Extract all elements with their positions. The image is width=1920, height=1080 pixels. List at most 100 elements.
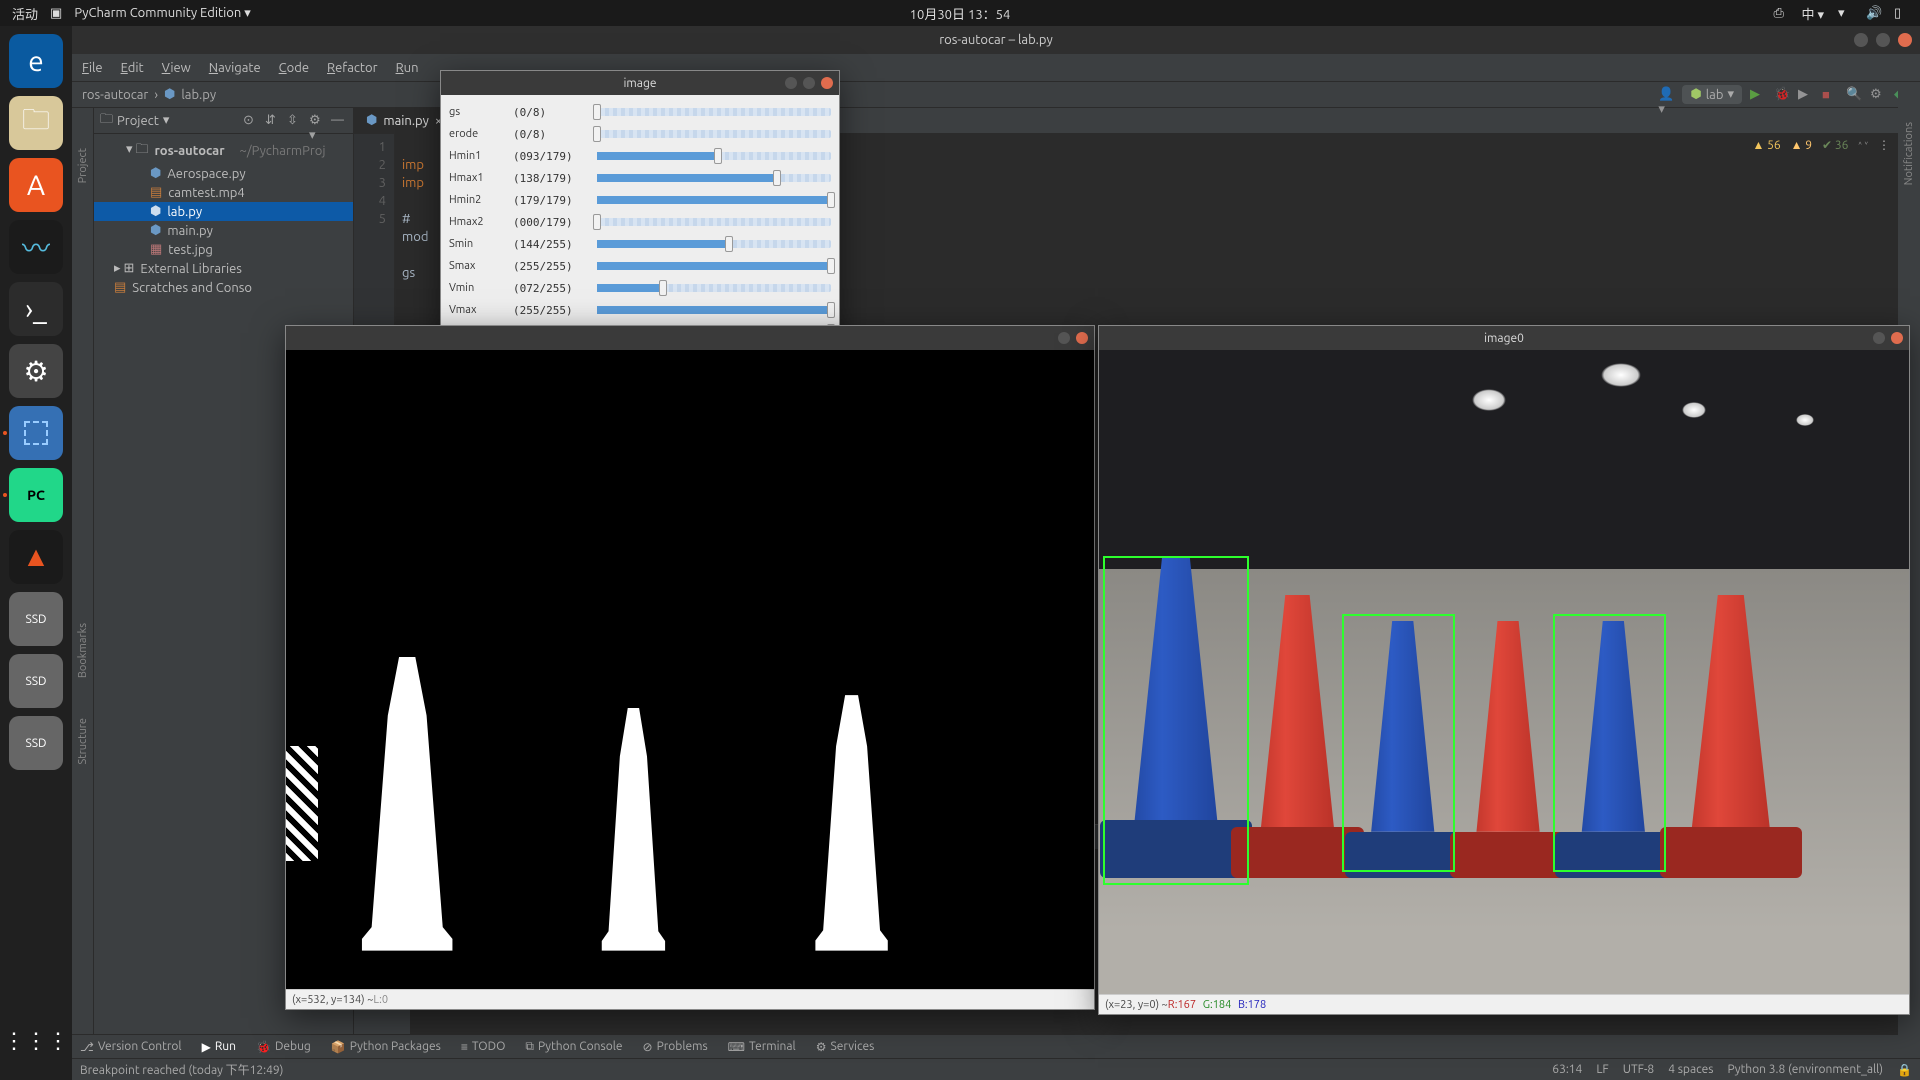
dock-settings[interactable]: ⚙ bbox=[9, 344, 63, 398]
trackbar-Vmax[interactable]: Vmax(255/255) bbox=[449, 299, 831, 321]
close-button[interactable] bbox=[1898, 33, 1912, 47]
clock[interactable]: 10月30日 13：54 bbox=[910, 4, 1011, 23]
pycharm-icon: PC bbox=[27, 487, 45, 503]
tab-run[interactable]: ▶ Run bbox=[202, 1040, 236, 1054]
stop-button[interactable]: ■ bbox=[1822, 87, 1838, 103]
cv-maximize-icon[interactable] bbox=[803, 77, 815, 89]
cv-trackbars-window[interactable]: image gs(0/8)erode(0/8)Hmin1(093/179)Hma… bbox=[440, 70, 840, 350]
breadcrumb-file[interactable]: lab.py bbox=[181, 88, 216, 102]
screen-recorder-icon[interactable]: ⎙ bbox=[1773, 6, 1787, 20]
menu-file[interactable]: File bbox=[82, 61, 103, 75]
tab-structure[interactable]: Structure bbox=[77, 718, 89, 765]
lock-icon[interactable]: 🔒 bbox=[1897, 1063, 1912, 1077]
minimize-button[interactable] bbox=[1854, 33, 1868, 47]
dock-screenshot[interactable] bbox=[9, 406, 63, 460]
run-button[interactable]: ▶ bbox=[1750, 87, 1766, 103]
dock-ssd2[interactable]: SSD bbox=[9, 654, 63, 708]
cv-mask-window[interactable]: (x=532, y=134) ~ L:0 bbox=[285, 325, 1095, 1010]
app-menu[interactable]: PyCharm Community Edition ▾ bbox=[74, 6, 251, 21]
cv-minimize-icon[interactable] bbox=[1058, 332, 1070, 344]
tab-bookmarks[interactable]: Bookmarks bbox=[77, 623, 89, 678]
collapse-all-icon[interactable]: ⇳ bbox=[287, 113, 303, 129]
cv-image-window[interactable]: image0 (x=23, y=0) ~ R:167 G:184 B:178 bbox=[1098, 325, 1910, 1015]
dock-vlc[interactable]: ▲ bbox=[9, 530, 63, 584]
indent[interactable]: 4 spaces bbox=[1668, 1063, 1713, 1077]
dock-software[interactable]: A bbox=[9, 158, 63, 212]
run-config-selector[interactable]: ⬢lab▾ bbox=[1682, 85, 1742, 104]
cv-status: (x=23, y=0) ~ R:167 G:184 B:178 bbox=[1099, 994, 1909, 1014]
project-title[interactable]: Project bbox=[117, 114, 159, 128]
tree-file[interactable]: ▤camtest.mp4 bbox=[94, 183, 353, 202]
search-everywhere-button[interactable]: 🔍 bbox=[1846, 87, 1862, 103]
panel-settings-icon[interactable]: ⚙ ▾ bbox=[309, 113, 325, 129]
tree-file[interactable]: ▦test.jpg bbox=[94, 240, 353, 259]
tree-file[interactable]: ⬢Aerospace.py bbox=[94, 164, 353, 183]
menu-refactor[interactable]: Refactor bbox=[327, 61, 378, 75]
select-opened-icon[interactable]: ⊙ bbox=[243, 113, 259, 129]
run-coverage-button[interactable]: ▶ bbox=[1798, 87, 1814, 103]
dock-show-apps[interactable]: ⋮⋮⋮ bbox=[9, 1014, 63, 1068]
dock-edge[interactable]: e bbox=[9, 34, 63, 88]
encoding[interactable]: UTF-8 bbox=[1623, 1063, 1654, 1077]
ime-indicator[interactable]: 中 ▾ bbox=[1801, 4, 1824, 23]
navigation-bar: ros-autocar › ⬢ lab.py 👤▾ ⬢lab▾ ▶ 🐞 ▶ ■ … bbox=[72, 82, 1920, 108]
trackbar-Vmin[interactable]: Vmin(072/255) bbox=[449, 277, 831, 299]
vlc-icon: ▲ bbox=[22, 541, 50, 573]
cv-minimize-icon[interactable] bbox=[1873, 332, 1885, 344]
tab-pyconsole[interactable]: ⧉ Python Console bbox=[525, 1040, 622, 1054]
dock-monitor[interactable]: 〰 bbox=[9, 220, 63, 274]
cv-close-icon[interactable] bbox=[1891, 332, 1903, 344]
dock-ssd3[interactable]: SSD bbox=[9, 716, 63, 770]
debug-button[interactable]: 🐞 bbox=[1774, 87, 1790, 103]
trackbar-Hmin1[interactable]: Hmin1(093/179) bbox=[449, 145, 831, 167]
tree-file-selected[interactable]: ⬢lab.py bbox=[94, 202, 353, 221]
trackbar-Hmax2[interactable]: Hmax2(000/179) bbox=[449, 211, 831, 233]
menu-edit[interactable]: Edit bbox=[121, 61, 144, 75]
hide-panel-icon[interactable]: — bbox=[331, 113, 347, 129]
menu-view[interactable]: View bbox=[162, 61, 191, 75]
dock-files[interactable]: 🗀 bbox=[9, 96, 63, 150]
tab-terminal[interactable]: ⌨ Terminal bbox=[728, 1040, 796, 1054]
trackbar-Smax[interactable]: Smax(255/255) bbox=[449, 255, 831, 277]
maximize-button[interactable] bbox=[1876, 33, 1890, 47]
trackbar-gs[interactable]: gs(0/8) bbox=[449, 101, 831, 123]
dock-ssd1[interactable]: SSD bbox=[9, 592, 63, 646]
trackbar-erode[interactable]: erode(0/8) bbox=[449, 123, 831, 145]
tab-project[interactable]: Project bbox=[77, 148, 89, 183]
tab-notifications[interactable]: Notifications bbox=[1903, 122, 1915, 185]
cv-close-icon[interactable] bbox=[821, 77, 833, 89]
menu-code[interactable]: Code bbox=[279, 61, 309, 75]
dock-terminal[interactable]: ›_ bbox=[9, 282, 63, 336]
menu-navigate[interactable]: Navigate bbox=[209, 61, 261, 75]
activities-hotspot[interactable]: 活动 bbox=[12, 4, 38, 23]
trackbar-Hmin2[interactable]: Hmin2(179/179) bbox=[449, 189, 831, 211]
user-icon[interactable]: 👤▾ bbox=[1658, 87, 1674, 103]
trackbars-body: gs(0/8)erode(0/8)Hmin1(093/179)Hmax1(138… bbox=[441, 95, 839, 349]
interpreter[interactable]: Python 3.8 (environment_all) bbox=[1728, 1063, 1884, 1077]
expand-all-icon[interactable]: ⇵ bbox=[265, 113, 281, 129]
tab-problems[interactable]: ⊘ Problems bbox=[643, 1040, 708, 1054]
tab-packages[interactable]: 📦 Python Packages bbox=[331, 1040, 441, 1054]
software-icon: A bbox=[27, 170, 45, 201]
line-sep[interactable]: LF bbox=[1596, 1063, 1608, 1077]
caret-position[interactable]: 63:14 bbox=[1552, 1063, 1582, 1077]
wifi-icon[interactable]: ▾ bbox=[1838, 6, 1852, 20]
breadcrumb-root[interactable]: ros-autocar bbox=[82, 88, 148, 102]
trackbar-Smin[interactable]: Smin(144/255) bbox=[449, 233, 831, 255]
ide-settings-button[interactable]: ⚙ bbox=[1870, 87, 1886, 103]
menu-run[interactable]: Run bbox=[396, 61, 419, 75]
tab-vcs[interactable]: ⎇ Version Control bbox=[80, 1040, 182, 1054]
tab-services[interactable]: ⚙ Services bbox=[816, 1040, 875, 1054]
battery-icon[interactable]: ▯ bbox=[1894, 6, 1908, 20]
tab-todo[interactable]: ≡ TODO bbox=[461, 1040, 506, 1054]
tab-debug[interactable]: 🐞 Debug bbox=[256, 1040, 311, 1054]
editor-more-icon[interactable]: ⋮ bbox=[1878, 138, 1890, 155]
tree-file[interactable]: ⬢main.py bbox=[94, 221, 353, 240]
trackbar-Hmax1[interactable]: Hmax1(138/179) bbox=[449, 167, 831, 189]
inspections-widget[interactable]: ▲ 56 ▲ 9 ✔ 36 ˄ ˅ ⋮ bbox=[1752, 138, 1890, 155]
cv-close-icon[interactable] bbox=[1076, 332, 1088, 344]
volume-icon[interactable]: 🔊 bbox=[1866, 6, 1880, 20]
cv-minimize-icon[interactable] bbox=[785, 77, 797, 89]
cv-window-title: image bbox=[624, 77, 657, 90]
dock-pycharm[interactable]: PC bbox=[9, 468, 63, 522]
